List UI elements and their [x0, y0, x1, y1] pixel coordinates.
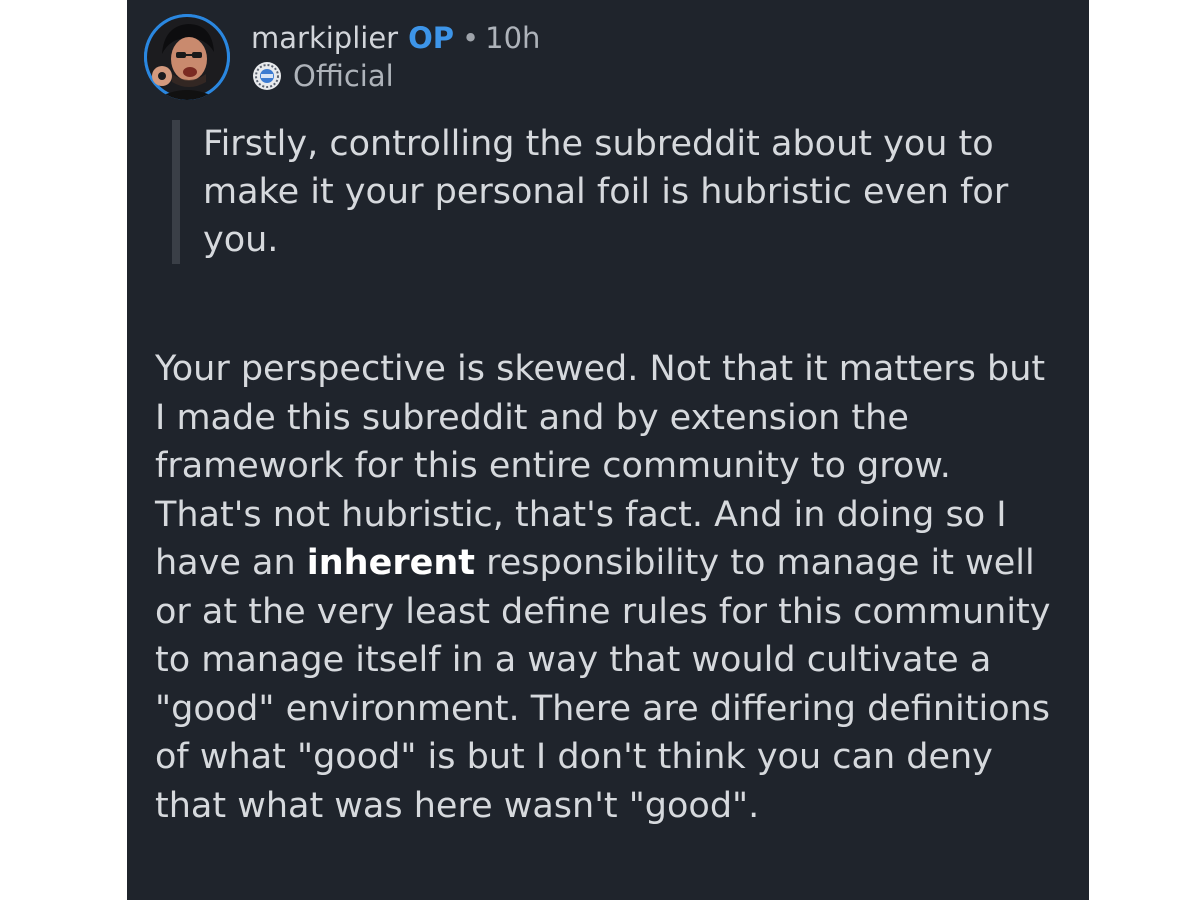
avatar[interactable] [144, 14, 230, 100]
comment-header: markiplier OP • 10h Official [144, 14, 1044, 102]
author-line: markiplier OP • 10h [251, 20, 540, 56]
flair-label: Official [293, 59, 394, 93]
quoted-text: Firstly, controlling the subreddit about… [172, 120, 1083, 264]
separator-dot: • [462, 21, 480, 55]
official-badge-icon [253, 62, 281, 90]
comment-body: Your perspective is skewed. Not that it … [155, 345, 1065, 830]
username-link[interactable]: markiplier [251, 21, 398, 55]
body-bold-word: inherent [306, 543, 475, 583]
comment-card: markiplier OP • 10h Official Firstly, contr… [127, 0, 1089, 900]
body-text-end: responsibility to manage it well or at t… [155, 543, 1051, 826]
timestamp: 10h [485, 21, 541, 55]
op-badge: OP [408, 21, 455, 55]
avatar-photo [144, 14, 230, 100]
flair-line: Official [251, 58, 540, 94]
author-meta: markiplier OP • 10h Official [251, 20, 540, 94]
